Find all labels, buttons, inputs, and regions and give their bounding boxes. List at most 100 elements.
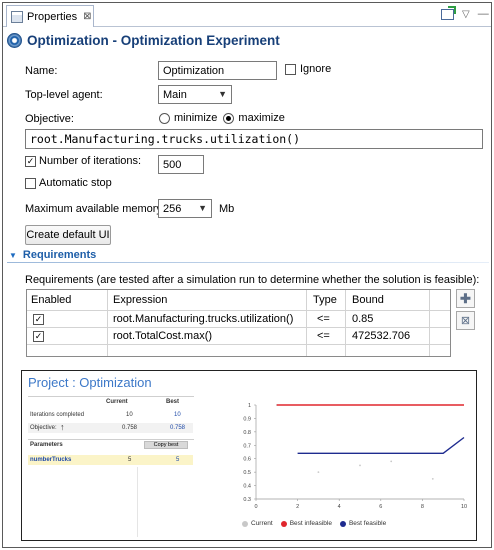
x-tick-label: 10 xyxy=(461,504,467,510)
open-external-icon[interactable] xyxy=(441,5,456,20)
col-best: Best xyxy=(166,399,180,405)
tab-properties[interactable]: Properties ⊠ xyxy=(6,5,94,27)
memory-select[interactable]: 256 ▼ xyxy=(158,199,212,218)
iterations-best: 10 xyxy=(174,412,181,418)
iterations-completed-label: Iterations completed xyxy=(30,412,85,418)
row-enabled-checkbox[interactable]: ✓ xyxy=(33,330,44,342)
remove-requirement-button[interactable]: ⊠ xyxy=(456,311,475,330)
series-line-best-feasible xyxy=(297,436,465,455)
y-tick-label: 0.4 xyxy=(243,484,251,490)
objective-label: Objective: xyxy=(25,113,74,125)
optimization-chart: 0.30.40.50.60.70.80.910 2 4 6 8 10 xyxy=(243,403,467,510)
ignore-checkbox[interactable] xyxy=(285,63,296,75)
automatic-stop-option: Automatic stop xyxy=(25,177,112,189)
iterations-checkbox[interactable]: ✓ xyxy=(25,155,36,167)
view-menu-icon[interactable]: ▽ xyxy=(462,9,470,20)
x-tick-label: 8 xyxy=(421,504,424,510)
iterations-label: Number of iterations: xyxy=(39,155,142,167)
objective-row-label: Objective: xyxy=(30,425,57,431)
column-header-expression[interactable]: Expression xyxy=(113,290,167,310)
chevron-down-icon: ▼ xyxy=(218,89,227,99)
column-header-bound[interactable]: Bound xyxy=(352,290,384,310)
arrow-up-icon: ↑ xyxy=(60,422,65,432)
minimize-label: minimize xyxy=(174,112,218,124)
param-best: 5 xyxy=(176,457,180,463)
y-tick-label: 1 xyxy=(248,403,251,409)
legend-best-feasible-swatch xyxy=(339,520,346,527)
copy-best-button[interactable]: Copy best xyxy=(144,441,188,449)
memory-unit: Mb xyxy=(219,203,235,215)
column-header-enabled[interactable]: Enabled xyxy=(31,290,71,310)
view-tab-bar: Properties ⊠ ▽ — xyxy=(3,3,491,27)
requirements-section-header[interactable]: ▼ Requirements xyxy=(9,249,96,261)
legend-current-label: Current xyxy=(251,520,273,527)
iterations-current: 10 xyxy=(126,412,133,418)
requirements-description: Requirements (are tested after a simulat… xyxy=(25,274,480,286)
page-header: Optimization - Optimization Experiment xyxy=(7,30,280,50)
top-level-agent-label: Top-level agent: xyxy=(25,89,103,101)
row-type[interactable]: <= xyxy=(317,311,330,327)
remove-icon: ⊠ xyxy=(460,315,471,327)
automatic-stop-label: Automatic stop xyxy=(39,177,112,189)
ignore-label: Ignore xyxy=(300,63,332,75)
requirements-title: Requirements xyxy=(22,249,97,261)
automatic-stop-checkbox[interactable] xyxy=(25,177,36,189)
page-title: Optimization - Optimization Experiment xyxy=(27,32,280,48)
legend-best-infeasible-swatch xyxy=(280,520,287,527)
col-current: Current xyxy=(106,399,128,405)
experiment-preview: Project : Optimization Current Best Iter… xyxy=(21,370,477,541)
properties-icon xyxy=(11,10,23,23)
row-bound[interactable]: 0.85 xyxy=(352,311,373,327)
minimize-view-icon[interactable]: — xyxy=(478,8,489,20)
current-point xyxy=(431,477,434,480)
view-toolbar: ▽ — xyxy=(433,5,489,20)
tab-properties-label: Properties xyxy=(27,10,78,23)
objective-current: 0.758 xyxy=(122,425,138,431)
ignore-option: Ignore xyxy=(285,63,331,75)
x-tick-label: 0 xyxy=(254,504,257,510)
y-tick-label: 0.8 xyxy=(243,430,251,436)
row-type[interactable]: <= xyxy=(317,328,330,344)
row-expression[interactable]: root.Manufacturing.trucks.utilization() xyxy=(113,311,293,327)
top-level-agent-select[interactable]: Main ▼ xyxy=(158,85,232,104)
collapse-triangle-icon: ▼ xyxy=(9,250,17,260)
legend-best-feasible-label: Best feasible xyxy=(348,520,387,527)
name-label: Name: xyxy=(25,65,58,77)
top-level-agent-value: Main xyxy=(163,88,187,101)
current-point xyxy=(390,460,393,463)
row-enabled-checkbox[interactable]: ✓ xyxy=(33,313,44,325)
properties-view: Properties ⊠ ▽ — Optimization - Optimiza… xyxy=(2,2,492,548)
close-tab-icon[interactable]: ⊠ xyxy=(83,11,91,22)
memory-value: 256 xyxy=(163,202,182,215)
y-tick-label: 0.3 xyxy=(243,497,251,503)
y-tick-label: 0.9 xyxy=(243,416,251,422)
current-point xyxy=(359,464,361,467)
objective-expression-field[interactable]: root.Manufacturing.trucks.utilization() xyxy=(25,129,483,149)
x-tick-label: 2 xyxy=(296,504,299,510)
y-tick-label: 0.7 xyxy=(243,443,251,449)
y-tick-label: 0.6 xyxy=(243,457,251,463)
memory-label: Maximum available memory: xyxy=(25,203,165,215)
add-icon: ✚ xyxy=(460,290,471,306)
experiment-gear-icon xyxy=(7,32,22,48)
preview-title: Project : Optimization xyxy=(28,375,152,390)
requirements-table: Enabled Expression Type Bound ✓ root.Man… xyxy=(26,289,451,357)
parameters-label: Parameters xyxy=(30,442,63,448)
maximize-radio[interactable] xyxy=(223,112,235,124)
legend-best-infeasible-label: Best infeasible xyxy=(289,520,332,527)
chart-legend: Current Best infeasible Best feasible xyxy=(234,520,386,527)
name-field[interactable]: Optimization xyxy=(158,61,277,80)
section-divider xyxy=(7,262,489,263)
iterations-field[interactable]: 500 xyxy=(158,155,204,174)
row-expression[interactable]: root.TotalCost.max() xyxy=(113,328,212,344)
minimize-radio[interactable] xyxy=(159,112,170,124)
param-current: 5 xyxy=(128,457,132,463)
maximize-label: maximize xyxy=(238,112,285,124)
current-point xyxy=(317,471,320,474)
create-default-ui-button[interactable]: Create default UI xyxy=(25,225,111,245)
column-header-type[interactable]: Type xyxy=(313,290,337,310)
objective-best: 0.758 xyxy=(170,425,186,431)
row-bound[interactable]: 472532.706 xyxy=(352,328,410,344)
add-requirement-button[interactable]: ✚ xyxy=(456,289,475,308)
iterations-option: ✓ Number of iterations: xyxy=(25,155,141,167)
